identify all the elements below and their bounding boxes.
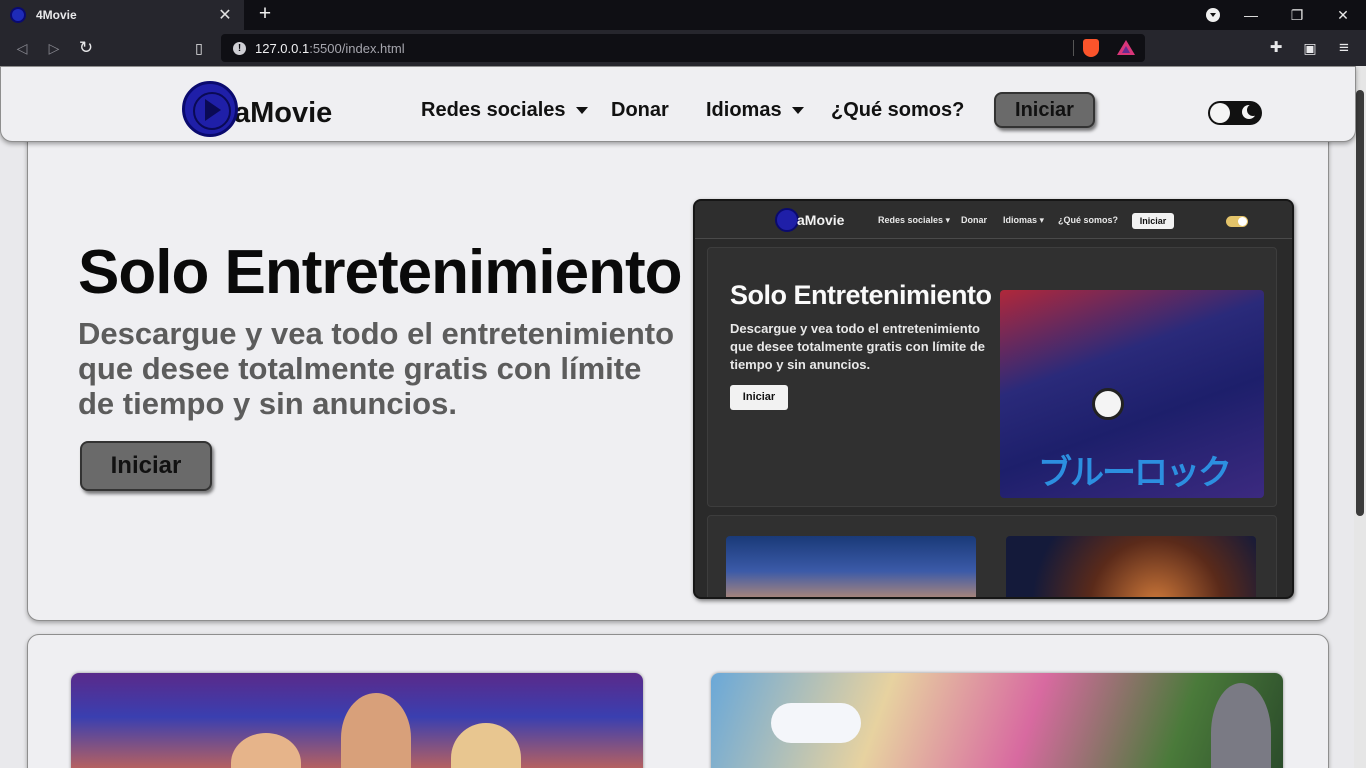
- tab-title: 4Movie: [36, 8, 77, 22]
- preview-navbar: aMovie Redes sociales ▾ Donar Idiomas ▾ …: [695, 201, 1292, 239]
- favicon-icon: [10, 7, 26, 23]
- hero-subtitle: Descargue y vea todo el entretenimiento …: [78, 316, 675, 421]
- nav-donar[interactable]: Donar: [611, 99, 669, 122]
- maximize-button[interactable]: ❐: [1274, 0, 1320, 30]
- tab-close-icon[interactable]: ✕: [216, 5, 234, 25]
- preview-subtitle: Descargue y vea todo el entretenimiento …: [730, 321, 986, 372]
- nav-redes-sociales[interactable]: Redes sociales: [421, 99, 588, 122]
- preview-logo: aMovie: [775, 208, 844, 232]
- poster-figure: [231, 733, 301, 768]
- play-logo-icon: [182, 81, 238, 137]
- forward-icon[interactable]: ▷: [44, 38, 64, 58]
- poster-figure: [451, 723, 521, 768]
- preview-nav-item: Redes sociales ▾: [878, 215, 951, 225]
- poster-figure: [1211, 683, 1271, 768]
- soccer-ball-icon: [1092, 388, 1124, 420]
- site-info-icon[interactable]: !: [233, 41, 246, 55]
- preview-nav-item: ¿Qué somos?: [1058, 215, 1119, 225]
- nav-label: Idiomas: [706, 99, 782, 121]
- toggle-knob: [1210, 103, 1230, 123]
- reload-icon[interactable]: ↻: [76, 38, 96, 58]
- nav-label: Donar: [611, 99, 669, 121]
- bookmark-icon[interactable]: ▯: [189, 38, 209, 58]
- brave-rewards-icon[interactable]: [1117, 40, 1135, 55]
- caret-down-icon: [575, 107, 588, 115]
- url-path: :5500/index.html: [309, 40, 405, 56]
- browser-toolbar: ◁ ▷ ↻ ▯ ! 127.0.0.1:5500/index.html ✚ ▣ …: [0, 30, 1366, 66]
- divider: [1073, 40, 1074, 56]
- preview-anime-logo: ブルーロック: [1038, 454, 1232, 492]
- menu-icon[interactable]: ≡: [1334, 38, 1354, 58]
- iniciar-nav-button[interactable]: Iniciar: [994, 92, 1095, 128]
- wallet-icon[interactable]: ▣: [1300, 38, 1320, 58]
- site-logo[interactable]: aMovie: [182, 81, 332, 137]
- address-bar[interactable]: ! 127.0.0.1:5500/index.html: [221, 34, 1145, 62]
- preview-button: Iniciar: [730, 385, 788, 410]
- preview-play-icon: [775, 208, 799, 232]
- theme-toggle[interactable]: [1208, 101, 1262, 125]
- scrollbar-thumb[interactable]: [1356, 90, 1364, 516]
- site-navbar: aMovie Redes sociales Donar Idiomas ¿Qué…: [0, 66, 1356, 142]
- poster-figure: [341, 693, 411, 768]
- preview-hero: Solo Entretenimiento Descargue y vea tod…: [707, 247, 1277, 507]
- preview-anime-poster: ブルーロック: [1000, 290, 1264, 498]
- preview-lower-section: [707, 515, 1277, 597]
- preview-title: Solo Entretenimiento: [730, 280, 992, 310]
- web-page: aMovie Redes sociales Donar Idiomas ¿Qué…: [0, 66, 1366, 768]
- preview-thumbnail: [726, 536, 976, 597]
- hero-title: Solo Entretenimiento: [78, 238, 682, 307]
- browser-tab[interactable]: 4Movie ✕: [0, 0, 244, 30]
- poster-cloud: [771, 703, 861, 743]
- movie-thumbnail[interactable]: [711, 673, 1283, 768]
- movie-thumbnail[interactable]: [71, 673, 643, 768]
- browser-tab-bar: 4Movie ✕ + — ❐ ✕: [0, 0, 1366, 30]
- preview-nav-item: Donar: [961, 215, 988, 225]
- chevron-down-icon: [1206, 8, 1220, 22]
- nav-que-somos[interactable]: ¿Qué somos?: [831, 99, 964, 122]
- moon-icon: [1242, 104, 1259, 119]
- preview-iniciar-button: Iniciar: [1132, 213, 1174, 229]
- tab-search-button[interactable]: [1198, 0, 1228, 30]
- preview-theme-toggle: [1226, 216, 1248, 227]
- back-icon[interactable]: ◁: [12, 38, 32, 58]
- url-host: 127.0.0.1: [255, 40, 310, 56]
- extensions-icon[interactable]: ✚: [1266, 38, 1286, 58]
- page-scrollbar[interactable]: [1354, 66, 1366, 768]
- nav-label: ¿Qué somos?: [831, 99, 965, 121]
- preview-logo-text: aMovie: [797, 212, 845, 228]
- site-preview-image: aMovie Redes sociales ▾ Donar Idiomas ▾ …: [693, 199, 1294, 599]
- iniciar-hero-button[interactable]: Iniciar: [80, 441, 212, 491]
- brave-shields-icon[interactable]: [1083, 39, 1099, 57]
- minimize-button[interactable]: —: [1228, 0, 1274, 30]
- new-tab-button[interactable]: +: [254, 3, 276, 25]
- logo-text: aMovie: [234, 96, 333, 129]
- close-window-button[interactable]: ✕: [1320, 0, 1366, 30]
- hero-section: Solo Entretenimiento Descargue y vea tod…: [27, 128, 1329, 621]
- caret-down-icon: [791, 107, 804, 115]
- preview-thumbnail: [1006, 536, 1256, 597]
- nav-label: Redes sociales: [421, 99, 566, 121]
- nav-idiomas[interactable]: Idiomas: [706, 99, 804, 122]
- window-controls: — ❐ ✕: [1198, 0, 1366, 30]
- preview-nav-item: Idiomas ▾: [1003, 215, 1045, 225]
